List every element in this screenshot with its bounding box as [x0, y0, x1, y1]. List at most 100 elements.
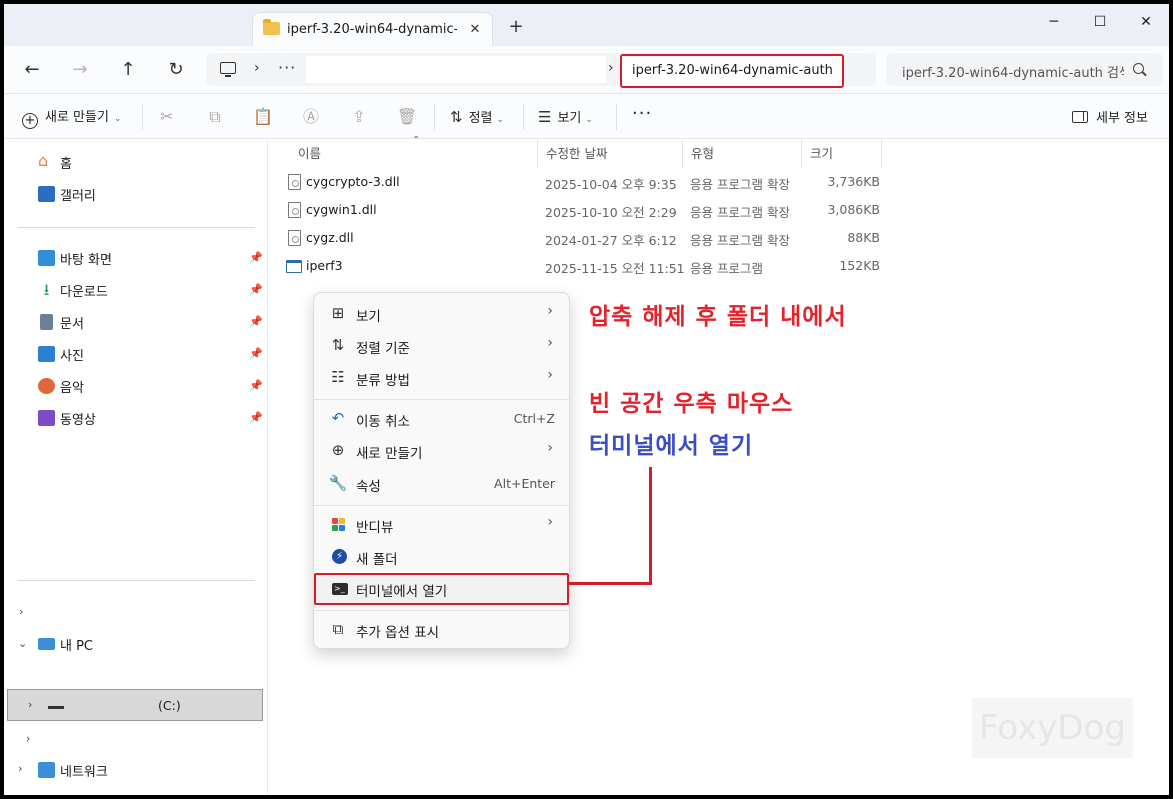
pin-icon[interactable]: 📌	[249, 251, 263, 264]
sort-button[interactable]: ⇅ 정렬 ⌄	[450, 107, 504, 126]
sidebar-item-desktop[interactable]: 바탕 화면 📌	[38, 244, 268, 272]
sidebar-item-this-pc[interactable]: ⌄ 내 PC	[18, 630, 258, 658]
details-pane-button[interactable]: 세부 정보	[1072, 107, 1148, 126]
sidebar-item-label: 음악	[60, 381, 84, 396]
chevron-right-icon: ›	[547, 303, 553, 319]
column-header-modified[interactable]: 수정한 날짜	[538, 140, 683, 168]
sidebar-item-downloads[interactable]: ⭳ 다운로드 📌	[38, 276, 268, 304]
tab-close-button[interactable]: ✕	[465, 20, 485, 40]
pin-icon[interactable]: 📌	[249, 315, 263, 328]
sidebar-item-documents[interactable]: 문서 📌	[38, 308, 268, 336]
forward-button[interactable]: →	[65, 56, 95, 84]
context-menu: ⊞ 보기 › ⇅ 정렬 기준 › ☷ 분류 방법 › ↶ 이동 취소 Ctrl+…	[313, 292, 570, 649]
sidebar-item-music[interactable]: 음악 📌	[38, 372, 268, 400]
menu-item-view[interactable]: ⊞ 보기 ›	[318, 299, 567, 329]
delete-icon[interactable]: 🗑	[396, 106, 418, 128]
menu-item-sort-by[interactable]: ⇅ 정렬 기준 ›	[318, 331, 567, 361]
plus-icon: +	[22, 113, 38, 129]
view-icon: ☰	[538, 108, 552, 126]
pin-icon[interactable]: 📌	[249, 283, 263, 296]
file-row[interactable]: cygcrypto-3.dll 2025-10-04 오후 9:35 응용 프로…	[282, 168, 882, 196]
menu-item-undo-move[interactable]: ↶ 이동 취소 Ctrl+Z	[318, 404, 567, 434]
search-input[interactable]: iperf-3.20-win64-dynamic-auth 검색	[902, 62, 1124, 81]
gallery-icon	[38, 186, 55, 202]
dll-file-icon	[288, 202, 301, 218]
command-bar: + 새로 만들기 ⌄ ✂ ⧉ 📋 Ⓐ ⇪ 🗑 ⇅ 정렬 ⌄ ☰ 보기 ⌄ ··· 세부 정보	[4, 94, 1169, 139]
new-button[interactable]: + 새로 만들기 ⌄	[22, 106, 121, 129]
more-options-button[interactable]: ···	[632, 103, 652, 124]
cut-icon[interactable]: ✂	[156, 106, 178, 128]
folder-tab[interactable]: iperf-3.20-win64-dynamic-aut ✕	[252, 12, 493, 46]
menu-item-open-in-terminal[interactable]: >_ 터미널에서 열기	[314, 573, 569, 605]
paste-icon[interactable]: 📋	[252, 106, 274, 128]
menu-item-label: 추가 옵션 표시	[356, 625, 440, 641]
new-button-label: 새로 만들기	[45, 110, 109, 125]
breadcrumb-current-folder[interactable]: iperf-3.20-win64-dynamic-auth	[620, 54, 844, 88]
chevron-right-icon: ›	[608, 60, 614, 76]
menu-item-more-options[interactable]: ⧉ 추가 옵션 표시	[318, 615, 567, 645]
sidebar-item-label: 다운로드	[60, 285, 108, 300]
menu-item-label: 반디뷰	[356, 520, 394, 536]
view-button[interactable]: ☰ 보기 ⌄	[538, 107, 593, 126]
chevron-right-icon[interactable]: ›	[26, 732, 30, 745]
computer-icon	[220, 62, 236, 77]
search-icon	[1133, 63, 1144, 74]
menu-item-label: 보기	[356, 309, 381, 325]
title-bar: iperf-3.20-win64-dynamic-aut ✕ + ─ ☐ ✕	[4, 4, 1169, 46]
menu-divider	[314, 399, 569, 400]
menu-item-bandiview[interactable]: 반디뷰 ›	[318, 510, 567, 540]
file-size: 3,086KB	[827, 202, 880, 217]
toolbar-divider	[434, 104, 435, 130]
menu-item-label: 속성	[356, 479, 381, 495]
chevron-right-icon[interactable]: ›	[18, 762, 22, 775]
maximize-button[interactable]: ☐	[1077, 8, 1123, 36]
chevron-right-icon: ›	[547, 335, 553, 351]
new-tab-button[interactable]: +	[504, 16, 528, 40]
sidebar-item-videos[interactable]: 동영상 📌	[38, 404, 268, 432]
copy-icon[interactable]: ⧉	[204, 106, 226, 128]
chevron-right-icon[interactable]: ›	[19, 605, 23, 618]
menu-item-properties[interactable]: 🔧 속성 Alt+Enter	[318, 469, 567, 499]
pin-icon[interactable]: 📌	[249, 379, 263, 392]
rename-icon[interactable]: Ⓐ	[300, 106, 322, 128]
file-name: iperf3	[306, 258, 343, 273]
chevron-right-icon[interactable]: ›	[28, 698, 32, 711]
file-size: 3,736KB	[827, 174, 880, 189]
address-bar[interactable]: › ··· › iperf-3.20-win64-dynamic-auth	[206, 53, 876, 88]
new-folder-icon: ⚡	[332, 549, 347, 564]
column-header-type[interactable]: 유형	[683, 140, 802, 168]
toolbar-divider	[523, 104, 524, 130]
desktop-icon	[38, 250, 55, 266]
search-box[interactable]: iperf-3.20-win64-dynamic-auth 검색	[886, 53, 1163, 86]
chevron-down-icon[interactable]: ⌄	[18, 637, 27, 650]
pin-icon[interactable]: 📌	[249, 347, 263, 360]
pin-icon[interactable]: 📌	[249, 411, 263, 424]
refresh-button[interactable]: ↻	[161, 56, 191, 84]
sidebar-item-label: 내 PC	[60, 639, 94, 654]
external-icon: ⧉	[332, 620, 344, 638]
grid-icon: ⊞	[331, 304, 345, 322]
back-button[interactable]: ←	[17, 56, 47, 84]
close-window-button[interactable]: ✕	[1123, 8, 1169, 36]
file-row[interactable]: iperf3 2025-11-15 오전 11:51 응용 프로그램 152KB	[282, 252, 882, 280]
computer-icon	[38, 638, 55, 650]
share-icon[interactable]: ⇪	[348, 106, 370, 128]
view-label: 보기	[557, 111, 582, 126]
file-row[interactable]: cygwin1.dll 2025-10-10 오전 2:29 응용 프로그램 확…	[282, 196, 882, 224]
sidebar-item-pictures[interactable]: 사진 📌	[38, 340, 268, 368]
breadcrumb-overflow-button[interactable]: ···	[278, 58, 296, 77]
column-header-size[interactable]: 크기	[802, 140, 882, 168]
file-modified: 2025-10-10 오전 2:29	[545, 205, 677, 220]
menu-item-new-folder[interactable]: ⚡ 새 폴더	[318, 542, 567, 572]
menu-item-new[interactable]: ⊕ 새로 만들기 ›	[318, 436, 567, 466]
sidebar-item-network[interactable]: › 네트워크	[18, 756, 258, 784]
file-row[interactable]: cygz.dll 2024-01-27 오후 6:12 응용 프로그램 확장 8…	[282, 224, 882, 252]
menu-item-label: 새로 만들기	[356, 446, 423, 462]
minimize-button[interactable]: ─	[1031, 8, 1077, 36]
annotation-text: 압축 해제 후 폴더 내에서	[589, 304, 847, 330]
up-button[interactable]: ↑	[113, 56, 143, 84]
menu-item-group-by[interactable]: ☷ 분류 방법 ›	[318, 363, 567, 393]
sidebar-item-drive-c[interactable]: › (C:)	[7, 689, 263, 721]
file-size: 88KB	[847, 230, 880, 245]
column-header-name[interactable]: 이름	[290, 140, 538, 168]
